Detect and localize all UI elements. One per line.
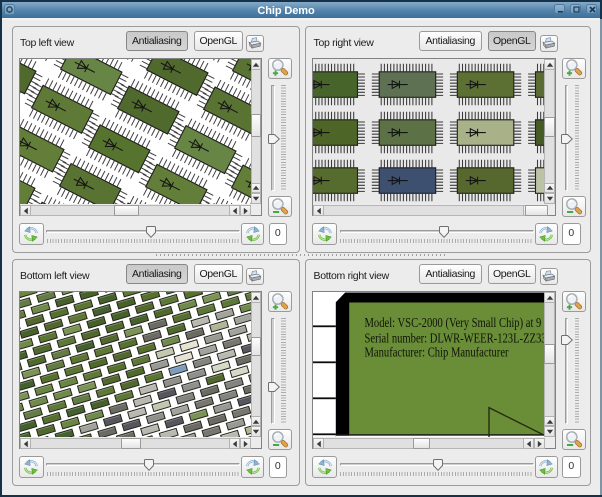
svg-text:Model: VSC-2000 (Very Small Ch: Model: VSC-2000 (Very Small Chip) at 9 xyxy=(365,315,542,331)
svg-text:Manufacturer: Chip Manufacture: Manufacturer: Chip Manufacturer xyxy=(365,344,509,360)
